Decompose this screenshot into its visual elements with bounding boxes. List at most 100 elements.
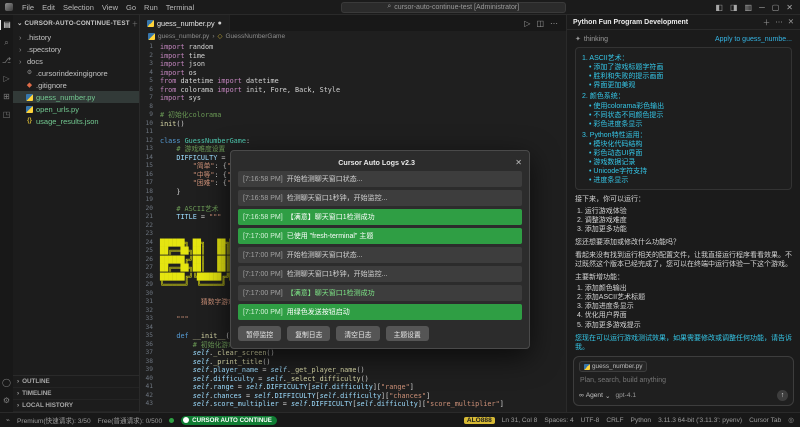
close-button[interactable]: ✕ — [786, 3, 793, 12]
new-chat-icon[interactable]: ＋ — [763, 17, 771, 28]
context-chip[interactable]: guess_number.py — [579, 361, 647, 372]
arrow-up-icon: ↑ — [781, 392, 785, 399]
log-row: [7:17:00 PM]已使用 "fresh-terminal" 主题 — [238, 228, 522, 244]
layout-panel-bottom-icon[interactable]: ◨ — [730, 3, 738, 12]
chat-input-placeholder[interactable]: Plan, search, build anything — [580, 377, 787, 384]
layout-panel-right-icon[interactable]: ▥ — [745, 3, 753, 12]
line-number: 6 — [140, 86, 160, 95]
settings-gear-icon[interactable]: ⚙ — [0, 396, 13, 406]
apply-link[interactable]: Apply to guess_numbe... — [715, 35, 792, 44]
section-local-history[interactable]: ›LOCAL HISTORY — [13, 400, 139, 412]
free-requests-status[interactable]: Free(普通请求): 0/500 — [98, 415, 163, 425]
account-icon[interactable]: ◯ — [0, 378, 13, 388]
premium-requests-status[interactable]: Premium(快速请求): 3/50 — [17, 415, 91, 425]
feature-list-item: 4. 优化用户界面 — [575, 311, 792, 320]
modal-close-icon[interactable]: ✕ — [515, 158, 522, 167]
modal-button-3[interactable]: 主题设置 — [386, 326, 429, 341]
menu-go[interactable]: Go — [122, 3, 140, 12]
search-icon[interactable]: ⌕ — [0, 38, 13, 48]
status-item-4[interactable]: Python — [631, 417, 652, 424]
model-selector[interactable]: gpt-4.1 — [615, 392, 636, 399]
log-message: 用绿色发送按钮启动 — [287, 307, 350, 317]
menu-edit[interactable]: Edit — [38, 3, 59, 12]
menu-view[interactable]: View — [98, 3, 122, 12]
explorer-icon[interactable]: ▤ — [0, 20, 13, 30]
menu-run[interactable]: Run — [140, 3, 162, 12]
maximize-button[interactable]: ▢ — [772, 3, 780, 12]
send-button[interactable]: ↑ — [777, 390, 788, 401]
status-item-2[interactable]: UTF-8 — [581, 417, 600, 424]
line-number: 4 — [140, 69, 160, 78]
code-line: 10init() — [140, 120, 566, 129]
extensions-icon[interactable]: ⊞ — [0, 92, 13, 102]
log-timestamp: [7:17:00 PM] — [243, 252, 283, 259]
line-content: import random — [160, 43, 213, 52]
status-item-5[interactable]: 3.11.3 64-bit ('3.11.3': pyenv) — [658, 417, 742, 424]
run-debug-icon[interactable]: ▷ — [0, 74, 13, 84]
minimize-button[interactable]: ─ — [759, 3, 765, 12]
project-title: CURSOR-AUTO-CONTINUE-TEST — [24, 20, 129, 27]
modal-button-1[interactable]: 复制日志 — [287, 326, 330, 341]
feature-list-item: 5. 添加更多游戏提示 — [575, 321, 792, 330]
code-line: 40 self.difficulty = self._select_diffic… — [140, 375, 566, 384]
line-number: 3 — [140, 60, 160, 69]
more-icon[interactable]: ⋯ — [775, 17, 783, 28]
line-number: 30 — [140, 290, 160, 299]
more-actions-icon[interactable]: ⋯ — [550, 19, 558, 28]
line-number: 16 — [140, 171, 160, 180]
command-center-search[interactable]: ⌕ cursor-auto-continue-test [Administrat… — [341, 2, 566, 13]
features-list: 1. 添加颜色输出2. 添加ASCII艺术标题3. 添加进度条显示4. 优化用户… — [575, 284, 792, 329]
line-number: 26 — [140, 256, 160, 265]
agent-mode-selector[interactable]: ∞ Agent ⌄ — [579, 392, 610, 400]
line-number: 2 — [140, 52, 160, 61]
section-timeline[interactable]: ›TIMELINE — [13, 388, 139, 400]
status-item-0[interactable]: Ln 31, Col 8 — [502, 417, 538, 424]
cursor-auto-continue-toggle[interactable]: CURSOR AUTO CONTINUE — [181, 416, 277, 425]
chat-input-box[interactable]: guess_number.py Plan, search, build anyt… — [573, 356, 794, 406]
status-right-items: Ln 31, Col 8 Spaces: 4 UTF-8 CRLF Python 3.11… — [502, 417, 781, 424]
explorer-item--cursorindexingignore[interactable]: ⚙.cursorindexingignore — [13, 67, 139, 79]
explorer-item-docs[interactable]: ›docs — [13, 55, 139, 67]
menu-selection[interactable]: Selection — [59, 3, 98, 12]
breadcrumb-symbol[interactable]: GuessNumberGame — [225, 33, 285, 40]
line-content: init() — [160, 120, 185, 129]
chat-icon[interactable]: ◳ — [0, 110, 13, 120]
breadcrumb-file[interactable]: guess_number.py — [158, 33, 209, 40]
explorer-item-usage-results-json[interactable]: {}usage_results.json — [13, 115, 139, 127]
thinking-label[interactable]: thinking — [584, 35, 608, 44]
tab-guess-number[interactable]: guess_number.py ● — [140, 15, 230, 31]
status-item-6[interactable]: Cursor Tab — [749, 417, 781, 424]
layout-panel-left-icon[interactable]: ◧ — [715, 3, 723, 12]
menu-terminal[interactable]: Terminal — [162, 3, 198, 12]
file-label: .specstory — [27, 45, 61, 54]
modified-dot-icon[interactable]: ● — [218, 20, 222, 27]
source-control-icon[interactable]: ⎇ — [0, 56, 13, 66]
modal-button-2[interactable]: 清空日志 — [336, 326, 379, 341]
line-content: # 初始化游戏 — [160, 341, 235, 350]
explorer-item-guess-number-py[interactable]: guess_number.py — [13, 91, 139, 103]
remote-icon[interactable]: ⌁ — [6, 416, 10, 424]
explorer-header[interactable]: ⌄ CURSOR-AUTO-CONTINUE-TEST ＋⊕⟳⋯ — [13, 15, 139, 31]
breadcrumb: guess_number.py › ◇ GuessNumberGame — [140, 31, 566, 41]
sparkle-icon: ✦ — [575, 35, 581, 44]
explorer-action-icon-0[interactable]: ＋ — [132, 19, 139, 28]
explorer-item--gitignore[interactable]: ◆.gitignore — [13, 79, 139, 91]
menu-file[interactable]: File — [18, 3, 38, 12]
status-badge[interactable]: ALO888 — [464, 417, 495, 424]
explorer-item-open-urls-py[interactable]: open_urls.py — [13, 103, 139, 115]
file-label: .history — [27, 33, 51, 42]
run-button-icon[interactable]: ▷ — [524, 19, 530, 28]
notification-bell-icon[interactable]: ◎ — [788, 416, 794, 424]
section-outline[interactable]: ›OUTLINE — [13, 376, 139, 388]
split-editor-icon[interactable]: ◫ — [536, 19, 544, 28]
explorer-item--specstory[interactable]: ›.specstory — [13, 43, 139, 55]
log-timestamp: [7:16:58 PM] — [243, 176, 283, 183]
modal-button-0[interactable]: 暂停监控 — [238, 326, 281, 341]
line-content: self._clear_screen() — [160, 349, 275, 358]
line-number: 37 — [140, 349, 160, 358]
status-item-1[interactable]: Spaces: 4 — [544, 417, 573, 424]
line-number: 35 — [140, 332, 160, 341]
status-item-3[interactable]: CRLF — [606, 417, 623, 424]
close-icon[interactable]: ✕ — [788, 17, 794, 28]
explorer-item--history[interactable]: ›.history — [13, 31, 139, 43]
